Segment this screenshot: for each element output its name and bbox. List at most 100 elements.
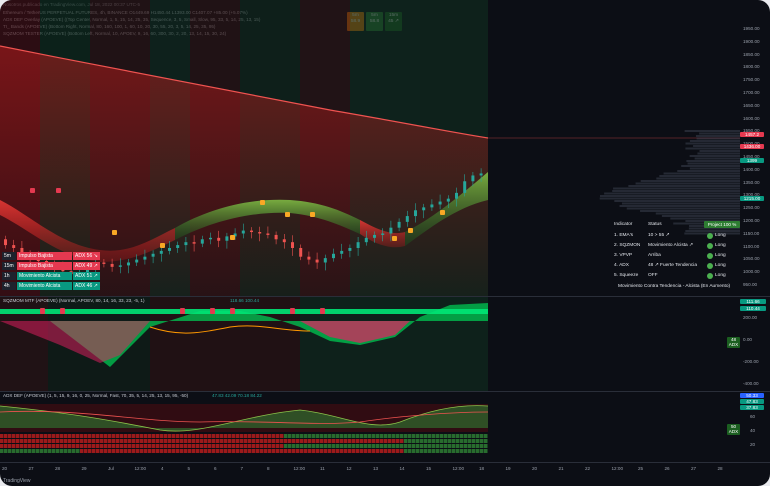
adx-heatmap-cell: [108, 439, 112, 443]
adx-heatmap-cell: [432, 449, 436, 453]
adx-heatmap-cell: [304, 449, 308, 453]
volume-profile-bar: [600, 198, 740, 200]
adx-heatmap-cell: [204, 449, 208, 453]
adx-title[interactable]: ADX DEF (APOEVE) (1, 5, 15, 9, 16, 0, 25…: [3, 393, 188, 398]
adx-heatmap-cell: [0, 444, 4, 448]
time-axis-tick: 20: [2, 466, 7, 471]
adx-value-tag: 47.83: [740, 399, 764, 404]
time-axis-tick: 28: [55, 466, 60, 471]
adx-heatmap-cell: [168, 444, 172, 448]
adx-heatmap-cell: [0, 449, 4, 453]
adx-heatmap-cell: [88, 449, 92, 453]
candle-body: [209, 238, 212, 239]
adx-heatmap-cell: [268, 449, 272, 453]
adx-heatmap-cell: [72, 434, 76, 438]
sqzmom-axis[interactable]: 200.00 0.00 -200.00 -400.00 111.66 110.44: [740, 297, 770, 391]
adx-heatmap-cell: [68, 444, 72, 448]
adx-heatmap-cell: [120, 449, 124, 453]
price-axis-tick: 1250.00: [743, 205, 760, 210]
adx-heatmap-cell: [456, 449, 460, 453]
status-row-signal: Long: [715, 253, 726, 258]
adx-heatmap-cell: [256, 434, 260, 438]
adx-heatmap-cell: [368, 434, 372, 438]
adx-heatmap-cell: [372, 449, 376, 453]
adx-heatmap-cell: [320, 444, 324, 448]
volume-profile-bar: [670, 218, 740, 220]
adx-heatmap-cell: [388, 439, 392, 443]
candle-body: [12, 245, 15, 248]
adx-heatmap-cell: [252, 439, 256, 443]
candle-body: [381, 233, 384, 234]
time-axis-tick: 12: [347, 466, 352, 471]
adx-heatmap-cell: [100, 434, 104, 438]
adx-heatmap-cell: [412, 444, 416, 448]
adx-heatmap-cell: [128, 449, 132, 453]
adx-heatmap-cell: [216, 449, 220, 453]
adx-heatmap-cell: [464, 444, 468, 448]
price-axis[interactable]: 1950.00 1900.00 1850.00 1800.00 1750.00 1700.…: [740, 0, 770, 296]
adx-heatmap-cell: [468, 439, 472, 443]
candle-body: [348, 248, 351, 251]
adx-heatmap-cell: [344, 439, 348, 443]
adx-heatmap-cell: [312, 434, 316, 438]
candle-body: [250, 231, 253, 232]
adx-heatmap-cell: [8, 449, 12, 453]
signal-marker: [56, 188, 61, 193]
signal-marker: [260, 200, 265, 205]
volume-profile-bar: [685, 130, 740, 132]
adx-heatmap-cell: [80, 444, 84, 448]
adx-heatmap-cell: [248, 449, 252, 453]
adx-heatmap-cell: [68, 449, 72, 453]
adx-heatmap-cell: [380, 444, 384, 448]
adx-heatmap-cell: [108, 449, 112, 453]
candle-body: [324, 258, 327, 262]
adx-heatmap-cell: [16, 439, 20, 443]
time-axis[interactable]: 20 27 28 29 Jul 12:00 4 5 6 7 8 12:00 11 12 13 14 15 12:0…: [0, 463, 740, 475]
signal-marker: [285, 212, 290, 217]
adx-heatmap-cell: [444, 439, 448, 443]
adx-heatmap-cell: [4, 434, 8, 438]
status-row-status: 10 > 55 ↗: [648, 233, 670, 238]
adx-heatmap-cell: [20, 444, 24, 448]
adx-heatmap-cell: [112, 444, 116, 448]
adx-heatmap-cell: [96, 439, 100, 443]
adx-heatmap-cell: [348, 449, 352, 453]
volume-profile-bar: [681, 165, 740, 167]
adx-heatmap-cell: [80, 434, 84, 438]
adx-heatmap-cell: [68, 434, 72, 438]
adx-heatmap-cell: [240, 439, 244, 443]
adx-heatmap-cell: [192, 449, 196, 453]
signal-marker: [408, 228, 413, 233]
adx-heatmap-cell: [336, 434, 340, 438]
adx-heatmap-cell: [268, 444, 272, 448]
adx-heatmap-cell: [152, 444, 156, 448]
adx-heatmap-cell: [312, 449, 316, 453]
adx-heatmap-cell: [376, 434, 380, 438]
price-axis-tick: 1950.00: [743, 26, 760, 31]
adx-heatmap-cell: [280, 449, 284, 453]
price-tag: 1215.00: [740, 196, 764, 201]
adx-heatmap-cell: [324, 449, 328, 453]
adx-heatmap-cell: [104, 444, 108, 448]
signal-marker: [440, 210, 445, 215]
adx-heatmap-cell: [276, 439, 280, 443]
adx-heatmap-cell: [360, 449, 364, 453]
adx-heatmap-cell: [188, 449, 192, 453]
adx-heatmap-cell: [200, 439, 204, 443]
adx-heatmap-cell: [360, 439, 364, 443]
adx-heatmap-cell: [100, 449, 104, 453]
adx-pane[interactable]: [0, 392, 740, 458]
sqzmom-pane[interactable]: [0, 297, 740, 391]
adx-heatmap-cell: [480, 439, 484, 443]
sqzmom-title[interactable]: SQZMOM MTF (APOEVE) (Normal, APOEV, 80, …: [3, 298, 145, 303]
price-axis-tick: 1350.00: [743, 180, 760, 185]
adx-axis[interactable]: 60 40 20 50.33 47.83 37.83: [740, 392, 770, 458]
adx-heatmap-cell: [28, 444, 32, 448]
adx-heatmap-cell: [248, 439, 252, 443]
sqzmom-axis-tick: -200.00: [743, 359, 759, 364]
adx-heatmap-cell: [148, 449, 152, 453]
adx-heatmap-cell: [244, 439, 248, 443]
adx-heatmap-cell: [364, 444, 368, 448]
adx-heatmap-cell: [148, 444, 152, 448]
volume-profile-bar: [656, 178, 740, 180]
